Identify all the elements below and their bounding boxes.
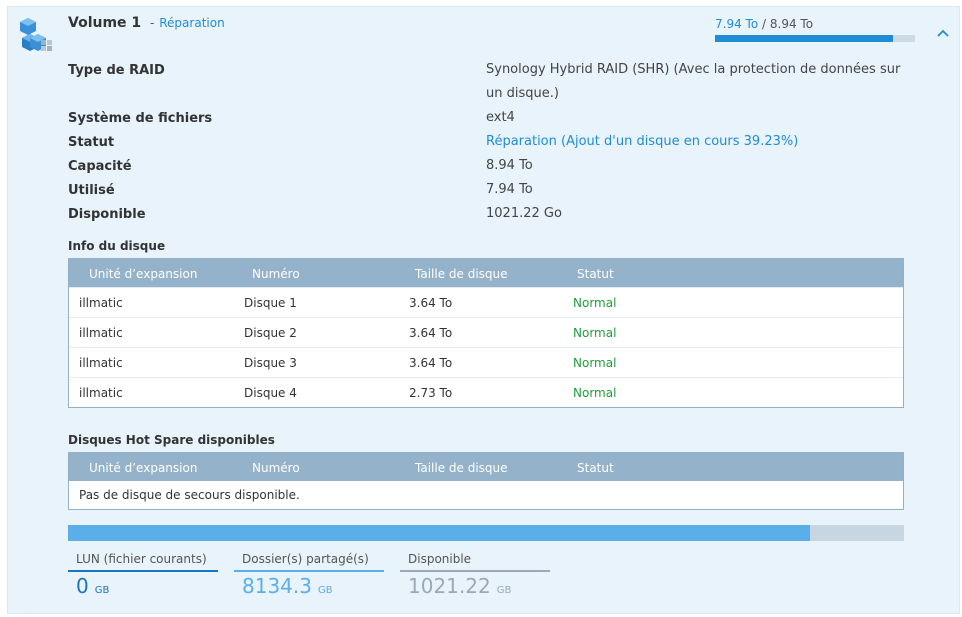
table-row[interactable]: illmatic Disque 4 2.73 To Normal — [69, 377, 903, 407]
prop-value-capacity: 8.94 To — [486, 158, 533, 173]
usage-total: 8.94 To — [769, 17, 814, 31]
cell-size: 2.73 To — [409, 386, 453, 400]
capacity-bar-fill — [68, 525, 811, 541]
legend-number: 8134.3 — [242, 574, 312, 598]
usage-summary: 7.94 To / 8.94 To — [715, 17, 813, 31]
legend-unit: GB — [317, 585, 333, 596]
legend-lun: LUN (fichier courants) 0 GB — [68, 550, 218, 598]
empty-message-row: Pas de disque de secours disponible. — [69, 481, 903, 509]
volume-state: Réparation — [159, 16, 225, 30]
cell-size: 3.64 To — [409, 356, 453, 370]
col-number[interactable]: Numéro — [252, 461, 300, 475]
col-unit[interactable]: Unité d’expansion — [89, 461, 197, 475]
cell-unit: illmatic — [79, 356, 123, 370]
legend-unit: GB — [94, 585, 110, 596]
cell-size: 3.64 To — [409, 326, 453, 340]
legend-available: Disponible 1021.22 GB — [400, 550, 550, 598]
capacity-bar — [68, 525, 904, 541]
prop-label-status: Statut — [68, 135, 115, 150]
legend-label: Disponible — [408, 552, 472, 566]
prop-label-available: Disponible — [68, 207, 146, 222]
table-header: Unité d’expansion Numéro Taille de disqu… — [69, 453, 903, 481]
cell-number: Disque 4 — [244, 386, 297, 400]
col-unit[interactable]: Unité d’expansion — [89, 267, 197, 281]
volume-cubes-icon — [20, 18, 52, 51]
legend-line — [400, 570, 550, 572]
legend-unit: GB — [496, 585, 512, 596]
col-size[interactable]: Taille de disque — [415, 461, 508, 475]
legend-label: Dossier(s) partagé(s) — [242, 552, 369, 566]
cell-unit: illmatic — [79, 386, 123, 400]
cell-unit: illmatic — [79, 296, 123, 310]
legend-value: 0 GB — [68, 574, 218, 598]
chevron-up-icon[interactable] — [934, 25, 952, 41]
cell-status: Normal — [573, 356, 617, 370]
disk-info-title: Info du disque — [68, 239, 166, 253]
table-header: Unité d’expansion Numéro Taille de disqu… — [69, 259, 903, 287]
cell-status: Normal — [573, 386, 617, 400]
cell-size: 3.64 To — [409, 296, 453, 310]
usage-used: 7.94 To — [715, 17, 759, 31]
cell-status: Normal — [573, 296, 617, 310]
cell-number: Disque 2 — [244, 326, 297, 340]
prop-label-filesystem: Système de fichiers — [68, 111, 213, 126]
legend-number: 1021.22 — [408, 574, 491, 598]
prop-label-raid-type: Type de RAID — [68, 63, 165, 78]
col-status[interactable]: Statut — [577, 267, 614, 281]
usage-slash: / — [762, 17, 767, 31]
prop-value-status[interactable]: Réparation (Ajout d'un disque en cours 3… — [486, 130, 798, 154]
cell-number: Disque 3 — [244, 356, 297, 370]
cell-unit: illmatic — [79, 326, 123, 340]
prop-label-used: Utilisé — [68, 183, 115, 198]
col-number[interactable]: Numéro — [252, 267, 300, 281]
legend-value: 1021.22 GB — [400, 574, 550, 598]
table-row[interactable]: illmatic Disque 1 3.64 To Normal — [69, 287, 903, 317]
volume-name: Volume 1 — [68, 15, 142, 31]
legend-label: LUN (fichier courants) — [76, 552, 207, 566]
volume-title: Volume 1 - Réparation — [68, 15, 225, 31]
hot-spare-title: Disques Hot Spare disponibles — [68, 433, 275, 447]
cell-status: Normal — [573, 326, 617, 340]
legend-line — [234, 570, 384, 572]
legend-value: 8134.3 GB — [234, 574, 384, 598]
legend-number: 0 — [76, 574, 89, 598]
title-separator: - — [150, 16, 155, 30]
prop-value-used: 7.94 To — [486, 182, 533, 197]
prop-value-available: 1021.22 Go — [486, 206, 562, 221]
cell-number: Disque 1 — [244, 296, 297, 310]
prop-value-filesystem: ext4 — [486, 110, 515, 125]
usage-bar — [715, 35, 915, 42]
table-row[interactable]: illmatic Disque 3 3.64 To Normal — [69, 347, 903, 377]
col-size[interactable]: Taille de disque — [415, 267, 508, 281]
disk-info-table: Unité d’expansion Numéro Taille de disqu… — [68, 258, 904, 408]
usage-bar-fill — [715, 35, 893, 42]
table-row[interactable]: illmatic Disque 2 3.64 To Normal — [69, 317, 903, 347]
hot-spare-table: Unité d’expansion Numéro Taille de disqu… — [68, 452, 904, 510]
prop-value-raid-type: Synology Hybrid RAID (SHR) (Avec la prot… — [486, 62, 901, 101]
legend-shared-folders: Dossier(s) partagé(s) 8134.3 GB — [234, 550, 384, 598]
col-status[interactable]: Statut — [577, 461, 614, 475]
prop-label-capacity: Capacité — [68, 159, 132, 174]
empty-message: Pas de disque de secours disponible. — [79, 488, 300, 502]
legend-line — [68, 570, 218, 572]
volume-panel: Volume 1 - Réparation 7.94 To / 8.94 To … — [7, 6, 960, 614]
